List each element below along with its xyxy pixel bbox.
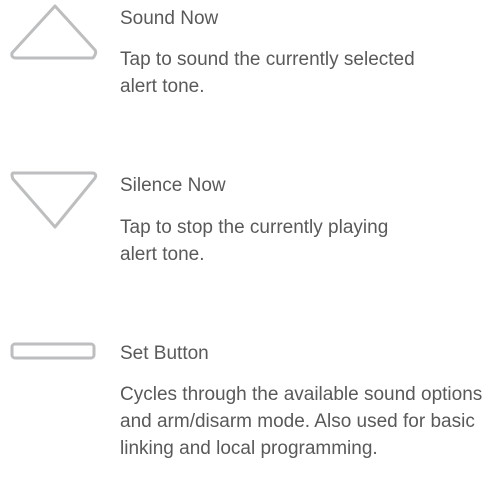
triangle-down-icon — [10, 171, 98, 229]
silence-now-title: Silence Now — [120, 175, 226, 196]
silence-now-entry: Silence Now Tap to stop the currently pl… — [0, 165, 497, 275]
triangle-up-icon — [10, 4, 98, 60]
sound-now-title: Sound Now — [120, 8, 219, 29]
rounded-rect-button-icon — [10, 342, 96, 360]
set-button-entry: Set Button Cycles through the available … — [0, 335, 497, 498]
set-button-description: Cycles through the available sound optio… — [120, 384, 483, 459]
set-button-title: Set Button — [120, 343, 209, 364]
silence-now-description: Tap to stop the currently playing alert … — [120, 217, 389, 265]
sound-now-entry: Sound Now Tap to sound the currently sel… — [0, 0, 497, 120]
sound-now-description: Tap to sound the currently selected aler… — [120, 49, 415, 97]
